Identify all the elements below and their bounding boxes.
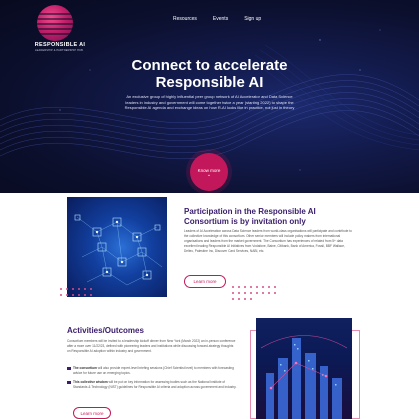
activities-learn-more-label: Learn more [80, 410, 104, 416]
activities-bullet-2-bold: This collective wisdom [73, 380, 108, 384]
chevron-down-icon: ⌄ [206, 171, 212, 178]
activities-learn-more-button[interactable]: Learn more [73, 407, 111, 419]
decorative-dot-grid [60, 288, 100, 308]
hero-title-line1: Connect to accelerate [131, 57, 288, 74]
consortium-learn-more-button[interactable]: Learn more [184, 275, 226, 288]
brand-name: RESPONSIBLE AI [34, 42, 86, 48]
hero-title: Connect to accelerate Responsible AI [0, 57, 419, 91]
hero-description: An exclusive group of highly influential… [124, 94, 295, 111]
hero-title-line2: Responsible AI [155, 74, 264, 91]
activities-bullet-1-text: will also provide expert-level briefing … [73, 366, 234, 375]
know-more-button[interactable]: Know more ⌄ [190, 153, 228, 191]
bullet-square-icon [67, 380, 71, 385]
nav-link-events[interactable]: Events [213, 16, 228, 22]
network-illustration-image [67, 197, 167, 297]
consortium-title: Participation in the Responsible AI Cons… [184, 207, 316, 226]
activities-bullet-2: This collective wisdom will be put on ke… [67, 380, 237, 390]
city-illustration-image [256, 318, 352, 419]
nav-link-resources[interactable]: Resources [173, 16, 197, 22]
nav-link-sign-up[interactable]: Sign up [244, 16, 261, 22]
consortium-learn-more-label: Learn more [193, 279, 217, 284]
brand-tagline: LEADERSHIP & PARTNERSHIP HUB [35, 49, 83, 52]
brand-logo-icon[interactable] [37, 5, 73, 41]
bullet-square-icon [67, 366, 71, 371]
consortium-description: Leaders of AI Acceleration across Data S… [184, 229, 352, 253]
activities-bullet-1-bold: The consortium [73, 366, 97, 370]
activities-bullet-1: The consortium will also provide expert-… [67, 366, 237, 376]
activities-title: Activities/Outcomes [67, 326, 144, 335]
activities-description: Consortium members will be invited to a … [67, 339, 236, 353]
main-nav: Resources Events Sign up [173, 16, 261, 22]
decorative-dot-grid-right [232, 286, 372, 316]
hero-section: RESPONSIBLE AI LEADERSHIP & PARTNERSHIP … [0, 0, 419, 193]
